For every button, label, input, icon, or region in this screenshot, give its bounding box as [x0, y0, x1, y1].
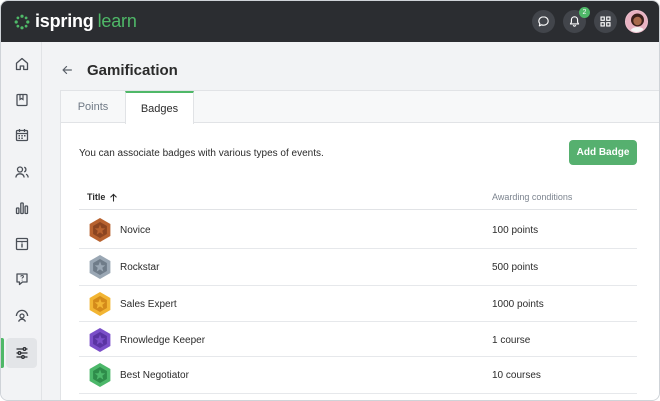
back-button[interactable]	[58, 61, 76, 79]
notifications-button[interactable]: 2	[563, 7, 590, 33]
home-icon	[15, 57, 28, 71]
book-icon	[15, 93, 28, 107]
sidebar-item-info[interactable]	[6, 229, 37, 259]
sidebar-item-courses[interactable]	[6, 85, 37, 115]
notifications-count-badge: 2	[579, 7, 590, 18]
arrow-up-icon	[110, 193, 118, 202]
person-target-icon	[15, 309, 28, 322]
apps-button[interactable]	[594, 10, 617, 33]
add-badge-button[interactable]: Add Badge	[569, 140, 637, 165]
info-icon	[15, 237, 28, 251]
question-icon	[15, 273, 28, 286]
sidebar-item-settings[interactable]	[1, 338, 37, 368]
badge-title: Novice	[120, 225, 151, 236]
sidebar-item-learner-view[interactable]	[6, 301, 37, 331]
tab-badges[interactable]: Badges	[125, 91, 194, 124]
logo-accent: learn	[97, 11, 137, 31]
green-star-badge-icon	[89, 363, 111, 387]
bell-icon	[569, 16, 580, 27]
calendar-icon	[15, 129, 28, 142]
silver-star-badge-icon	[89, 255, 111, 279]
sidebar-item-help[interactable]	[6, 264, 37, 294]
badge-title: Best Negotiator	[120, 370, 189, 381]
badge-condition: 1000 points	[492, 299, 544, 310]
table-row[interactable]: Novice 100 points	[79, 212, 637, 249]
user-avatar[interactable]	[625, 10, 648, 33]
column-header-title-label: Title	[87, 192, 106, 202]
chat-button[interactable]	[532, 10, 555, 33]
sidebar-item-calendar[interactable]	[6, 120, 37, 150]
badge-condition: 10 courses	[492, 370, 541, 381]
logo-name: ispring	[35, 11, 94, 31]
bar-chart-icon	[15, 202, 28, 215]
logo-text: ispring learn	[35, 11, 137, 32]
ispring-logo-icon	[14, 14, 30, 29]
tab-bar: Points Badges	[61, 91, 659, 124]
column-header-title[interactable]: Title	[87, 192, 118, 202]
table-row[interactable]: Rnowledge Keeper 1 course	[79, 322, 637, 357]
gold-star-badge-icon	[89, 292, 111, 316]
tab-points[interactable]: Points	[61, 91, 125, 123]
badges-panel: Points Badges You can associate badges w…	[60, 90, 659, 400]
avatar-photo-icon	[626, 11, 647, 32]
badge-title: Sales Expert	[120, 299, 177, 310]
sidebar-item-reports[interactable]	[6, 193, 37, 223]
top-bar: ispring learn 2	[1, 1, 659, 42]
sidebar-item-home[interactable]	[6, 49, 37, 79]
table-row[interactable]: Sales Expert 1000 points	[79, 286, 637, 322]
purple-star-badge-icon	[89, 328, 111, 352]
badge-title: Rnowledge Keeper	[120, 335, 206, 346]
grid-icon	[600, 16, 611, 27]
users-icon	[14, 166, 29, 178]
app-window: ispring learn 2 Gamification Points Badg…	[0, 0, 660, 401]
badge-condition: 100 points	[492, 225, 539, 236]
column-header-conditions: Awarding conditions	[492, 192, 573, 202]
badge-condition: 1 course	[492, 335, 531, 346]
badge-title: Rockstar	[120, 262, 160, 273]
arrow-left-icon	[62, 65, 72, 75]
page-title: Gamification	[87, 62, 178, 79]
badges-description: You can associate badges with various ty…	[79, 148, 324, 159]
chat-bubble-icon	[538, 16, 549, 27]
sidebar	[1, 42, 42, 400]
bronze-star-badge-icon	[89, 218, 111, 242]
sidebar-item-users[interactable]	[6, 157, 37, 187]
logo[interactable]: ispring learn	[14, 11, 137, 32]
sliders-icon	[16, 347, 27, 359]
table-row[interactable]: Rockstar 500 points	[79, 249, 637, 286]
badge-condition: 500 points	[492, 262, 539, 273]
table-header-divider	[79, 209, 637, 210]
table-row[interactable]: Best Negotiator 10 courses	[79, 357, 637, 394]
